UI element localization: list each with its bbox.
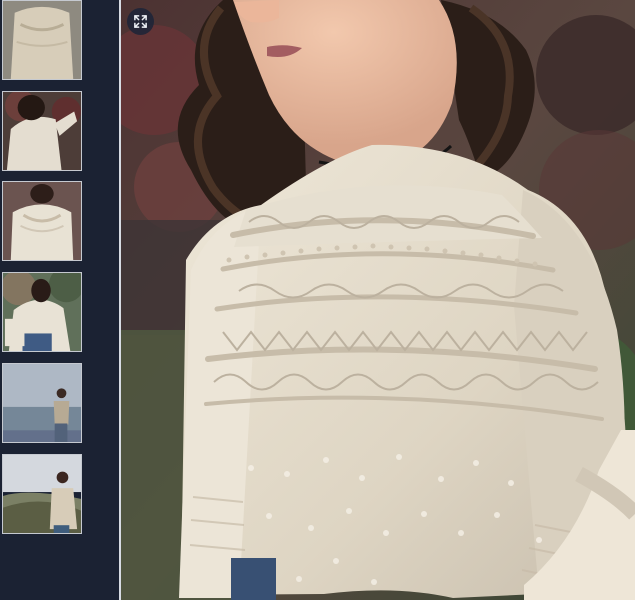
coastal-lookout-thumbnail-icon — [3, 364, 81, 442]
sweater-front-thumbnail-icon — [3, 1, 81, 79]
thumbnail-2[interactable] — [2, 91, 82, 171]
product-image-gallery — [0, 0, 635, 600]
thumbnail-1[interactable] — [2, 0, 82, 80]
expand-icon — [134, 15, 147, 28]
sweater-back-thumbnail-icon — [3, 92, 81, 170]
thumbnail-3[interactable] — [2, 181, 82, 261]
sweater-seated-thumbnail-icon — [3, 182, 81, 260]
expand-image-button[interactable] — [127, 8, 154, 35]
hillside-portrait-thumbnail-icon — [3, 455, 81, 533]
sweater-outdoor-thumbnail-icon — [3, 273, 81, 351]
thumbnail-4[interactable] — [2, 272, 82, 352]
main-product-image[interactable] — [121, 0, 635, 600]
cream-yoke-sweater-photo-icon — [121, 0, 635, 600]
thumbnail-6[interactable] — [2, 454, 82, 534]
thumbnail-rail — [0, 0, 121, 600]
thumbnail-5[interactable] — [2, 363, 82, 443]
